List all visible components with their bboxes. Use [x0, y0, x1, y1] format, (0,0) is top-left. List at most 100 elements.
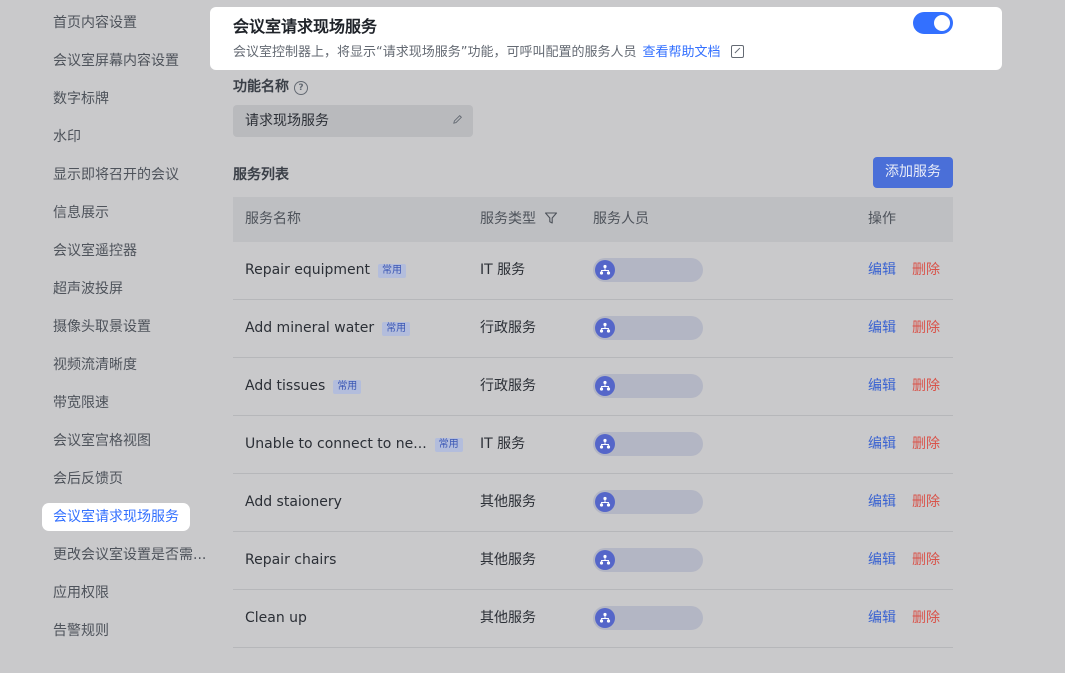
edit-link[interactable]: 编辑: [868, 358, 896, 415]
feature-description-text: 会议室控制器上，将显示“请求现场服务”功能，可呼叫配置的服务人员: [233, 45, 637, 60]
settings-sidebar: 首页内容设置 会议室屏幕内容设置 数字标牌 水印 显示即将召开的会议 信息展示 …: [0, 0, 210, 673]
common-tag: 常用: [333, 380, 362, 394]
sidebar-item-app-permissions[interactable]: 应用权限: [53, 579, 109, 607]
service-name: Repair equipment: [245, 262, 371, 278]
common-tag: 常用: [382, 322, 411, 336]
org-avatar-icon: [595, 608, 615, 628]
edit-link[interactable]: 编辑: [868, 474, 896, 531]
question-icon[interactable]: ?: [294, 81, 308, 95]
delete-link[interactable]: 删除: [912, 358, 940, 415]
service-name: Repair chairs: [245, 552, 337, 568]
delete-link[interactable]: 删除: [912, 474, 940, 531]
service-name: Unable to connect to ne...: [245, 436, 427, 452]
external-link-icon[interactable]: [730, 45, 744, 58]
service-list-label: 服务列表: [233, 167, 289, 183]
edit-link[interactable]: 编辑: [868, 416, 896, 473]
service-name: Clean up: [245, 610, 307, 626]
sidebar-item-watermark[interactable]: 水印: [53, 123, 81, 151]
sidebar-item-room-screen-content[interactable]: 会议室屏幕内容设置: [53, 47, 179, 75]
sidebar-item-settings-approval[interactable]: 更改会议室设置是否需...: [53, 541, 206, 569]
function-name-value: 请求现场服务: [245, 113, 329, 129]
filter-icon[interactable]: [544, 211, 558, 225]
sidebar-item-video-clarity[interactable]: 视频流清晰度: [53, 351, 137, 379]
sidebar-item-homepage-content[interactable]: 首页内容设置: [53, 9, 137, 37]
sidebar-item-onsite-service[interactable]: 会议室请求现场服务: [42, 503, 190, 531]
edit-link[interactable]: 编辑: [868, 300, 896, 357]
staff-chip[interactable]: [593, 316, 703, 340]
table-row: Unable to connect to ne... 常用 IT 服务 编辑 删除: [233, 416, 953, 474]
service-name: Add mineral water: [245, 320, 375, 336]
edit-link[interactable]: 编辑: [868, 532, 896, 589]
column-header-name: 服务名称: [245, 211, 301, 227]
column-header-type: 服务类型: [480, 197, 558, 242]
table-row: Add mineral water 常用 行政服务 编辑 删除: [233, 300, 953, 358]
staff-chip[interactable]: [593, 548, 703, 572]
sidebar-item-camera-framing[interactable]: 摄像头取景设置: [53, 313, 151, 341]
pencil-icon[interactable]: [452, 114, 463, 125]
feature-card: 会议室请求现场服务 会议室控制器上，将显示“请求现场服务”功能，可呼叫配置的服务…: [210, 7, 1002, 70]
org-avatar-icon: [595, 434, 615, 454]
org-avatar-icon: [595, 550, 615, 570]
service-name-cell: Unable to connect to ne... 常用: [245, 416, 463, 473]
service-table: 服务名称 服务类型 服务人员 操作 Repair equipment 常用 IT …: [233, 197, 953, 648]
help-doc-link[interactable]: 查看帮助文档: [642, 45, 720, 60]
column-header-staff: 服务人员: [593, 211, 649, 227]
service-type: IT 服务: [480, 262, 526, 278]
sidebar-item-upcoming-meetings[interactable]: 显示即将召开的会议: [53, 161, 179, 189]
service-name: Add tissues: [245, 378, 326, 394]
delete-link[interactable]: 删除: [912, 242, 940, 299]
column-header-type-text: 服务类型: [480, 211, 536, 227]
common-tag: 常用: [378, 264, 407, 278]
common-tag: 常用: [434, 438, 463, 452]
sidebar-item-digital-signage[interactable]: 数字标牌: [53, 85, 109, 113]
service-name-cell: Clean up: [245, 590, 307, 647]
sidebar-item-ultrasonic-casting[interactable]: 超声波投屏: [53, 275, 123, 303]
service-name-cell: Repair chairs: [245, 532, 336, 589]
org-avatar-icon: [595, 376, 615, 396]
staff-chip[interactable]: [593, 258, 703, 282]
service-name-cell: Add tissues 常用: [245, 358, 362, 415]
delete-link[interactable]: 删除: [912, 416, 940, 473]
delete-link[interactable]: 删除: [912, 300, 940, 357]
org-avatar-icon: [595, 492, 615, 512]
table-row: Clean up 其他服务 编辑 删除: [233, 590, 953, 648]
feature-description: 会议室控制器上，将显示“请求现场服务”功能，可呼叫配置的服务人员 查看帮助文档: [233, 41, 744, 60]
service-name-cell: Add staionery: [245, 474, 342, 531]
edit-link[interactable]: 编辑: [868, 590, 896, 647]
function-name-input[interactable]: 请求现场服务: [233, 105, 473, 137]
edit-link[interactable]: 编辑: [868, 242, 896, 299]
table-row: Repair equipment 常用 IT 服务 编辑 删除: [233, 242, 953, 300]
service-type: 其他服务: [480, 610, 536, 626]
org-avatar-icon: [595, 260, 615, 280]
delete-link[interactable]: 删除: [912, 590, 940, 647]
service-type: 行政服务: [480, 320, 536, 336]
staff-chip[interactable]: [593, 490, 703, 514]
feature-enable-toggle[interactable]: [913, 12, 953, 34]
delete-link[interactable]: 删除: [912, 532, 940, 589]
service-name: Add staionery: [245, 494, 342, 510]
service-type: 其他服务: [480, 494, 536, 510]
service-name-cell: Add mineral water 常用: [245, 300, 411, 357]
sidebar-item-grid-view[interactable]: 会议室宫格视图: [53, 427, 151, 455]
sidebar-item-info-display[interactable]: 信息展示: [53, 199, 109, 227]
feature-title: 会议室请求现场服务: [233, 17, 378, 36]
staff-chip[interactable]: [593, 432, 703, 456]
sidebar-item-alert-rules[interactable]: 告警规则: [53, 617, 109, 645]
staff-chip[interactable]: [593, 374, 703, 398]
function-name-label: 功能名称?: [233, 76, 308, 96]
column-header-actions: 操作: [868, 211, 896, 227]
service-type: 其他服务: [480, 552, 536, 568]
function-name-label-text: 功能名称: [233, 79, 289, 95]
add-service-button[interactable]: 添加服务: [873, 157, 953, 188]
staff-chip[interactable]: [593, 606, 703, 630]
sidebar-item-bandwidth-limit[interactable]: 带宽限速: [53, 389, 109, 417]
table-row: Add staionery 其他服务 编辑 删除: [233, 474, 953, 532]
sidebar-item-room-remote[interactable]: 会议室遥控器: [53, 237, 137, 265]
service-name-cell: Repair equipment 常用: [245, 242, 407, 299]
service-type: IT 服务: [480, 436, 526, 452]
sidebar-item-feedback-page[interactable]: 会后反馈页: [53, 465, 123, 493]
main-panel: 会议室请求现场服务 会议室控制器上，将显示“请求现场服务”功能，可呼叫配置的服务…: [210, 0, 1065, 673]
service-type: 行政服务: [480, 378, 536, 394]
table-row: Add tissues 常用 行政服务 编辑 删除: [233, 358, 953, 416]
table-row: Repair chairs 其他服务 编辑 删除: [233, 532, 953, 590]
